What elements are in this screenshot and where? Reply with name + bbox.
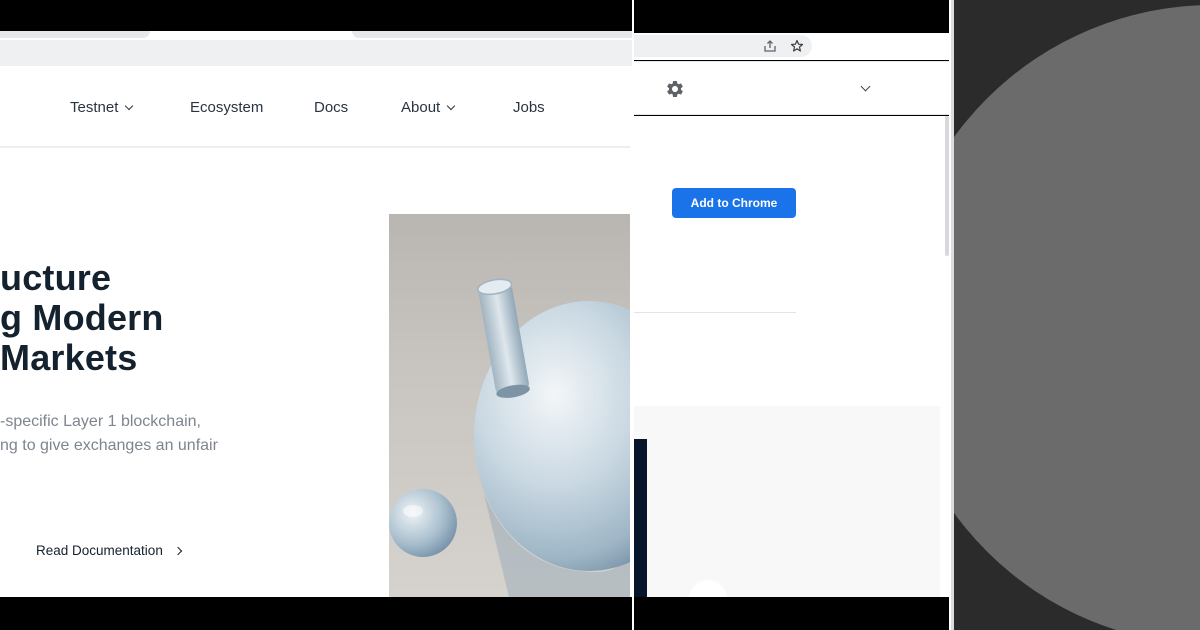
hero-title-line: g Modern: [0, 297, 164, 338]
hero-title: ucture g Modern Markets: [0, 258, 300, 378]
share-icon[interactable]: [762, 38, 778, 54]
address-bar[interactable]: [634, 35, 812, 57]
address-bar[interactable]: [0, 40, 632, 66]
website-panel: Testnet Ecosystem Docs About Jobs ucture…: [0, 0, 632, 630]
video-letterbox-top: [634, 0, 949, 33]
gear-icon[interactable]: [665, 79, 685, 99]
nav-testnet[interactable]: Testnet: [70, 99, 134, 116]
nav-ecosystem-label: Ecosystem: [190, 99, 264, 116]
read-documentation-link[interactable]: Read Documentation: [36, 543, 183, 558]
video-letterbox-bottom: [0, 597, 632, 630]
read-documentation-label: Read Documentation: [36, 543, 163, 558]
chevron-right-icon: [173, 546, 183, 555]
hero-title-line: ucture: [0, 257, 112, 298]
hero-description-line: ng to give exchanges an unfair: [0, 437, 218, 454]
browser-tab[interactable]: [352, 31, 632, 38]
nav-testnet-label: Testnet: [70, 99, 119, 116]
divider: [634, 312, 796, 313]
nav-about[interactable]: About: [401, 99, 456, 116]
chrome-store-panel: Add to Chrome: [634, 0, 949, 630]
content-card: [634, 406, 940, 597]
dark-thumbnail: [634, 439, 647, 597]
site-navigation: Testnet Ecosystem Docs About Jobs: [0, 70, 630, 148]
nav-jobs[interactable]: Jobs: [513, 99, 545, 116]
nav-ecosystem[interactable]: Ecosystem: [190, 99, 263, 116]
hero-illustration: [389, 214, 630, 597]
video-letterbox-bottom: [634, 597, 949, 630]
add-to-chrome-button[interactable]: Add to Chrome: [672, 188, 796, 218]
nav-jobs-label: Jobs: [513, 99, 545, 116]
nav-docs[interactable]: Docs: [314, 99, 348, 116]
hero-title-line: Markets: [0, 337, 138, 378]
panel-edge: [951, 0, 954, 630]
video-letterbox-top: [0, 0, 632, 33]
chevron-down-icon: [446, 101, 456, 110]
nav-about-label: About: [401, 99, 441, 116]
browser-tab[interactable]: [0, 31, 150, 38]
chevron-down-icon[interactable]: [860, 81, 871, 92]
store-header: [634, 61, 949, 115]
hero-description-line: -specific Layer 1 blockchain,: [0, 413, 201, 430]
decorative-panel: [951, 0, 1200, 630]
nav-docs-label: Docs: [314, 99, 349, 116]
glass-spheres-graphic: [389, 278, 630, 597]
chevron-down-icon: [125, 101, 134, 110]
hero-description: -specific Layer 1 blockchain, ng to give…: [0, 410, 320, 458]
decorative-circle: [951, 5, 1200, 630]
star-icon[interactable]: [789, 38, 805, 54]
